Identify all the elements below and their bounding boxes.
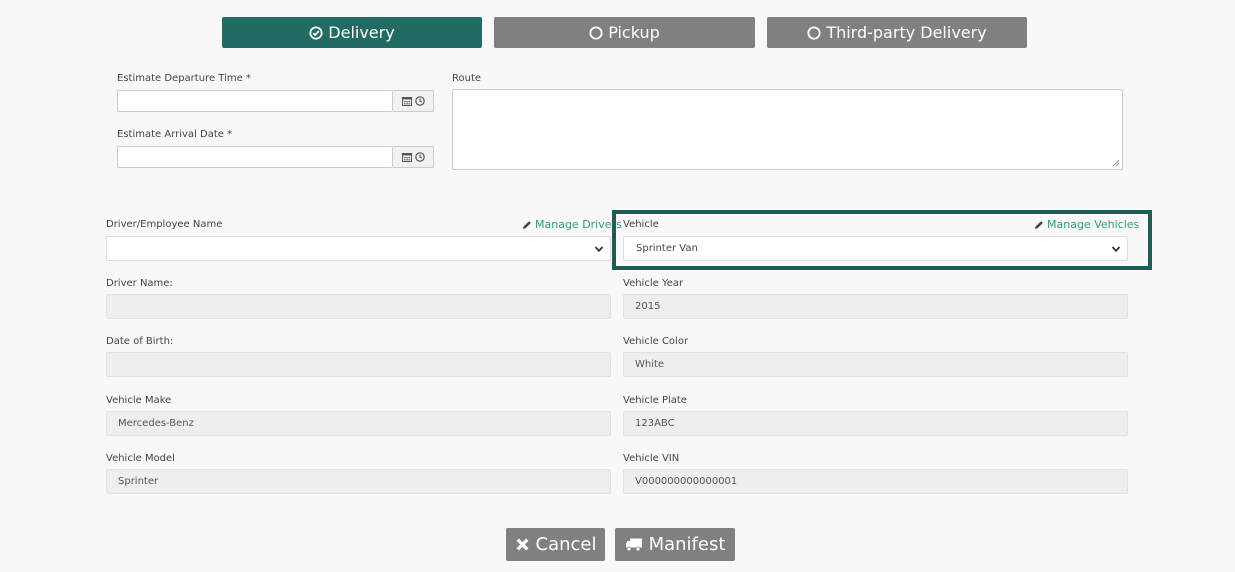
dob-field [106,352,611,377]
delivery-mode-label: Delivery [328,23,395,42]
arrival-date-label: Estimate Arrival Date * [117,129,233,140]
vehicle-select[interactable]: Sprinter Van [623,236,1128,261]
chevron-down-icon [1111,246,1121,253]
manage-vehicles-label: Manage Vehicles [1047,218,1140,231]
vehicle-make-label: Vehicle Make [106,395,172,406]
delivery-mode-button[interactable]: Delivery [222,17,482,48]
vehicle-model-field: Sprinter [106,469,611,494]
arrival-date-input[interactable] [117,146,393,168]
truck-icon [625,538,642,552]
pickup-mode-button[interactable]: Pickup [494,17,755,48]
vehicle-select-value: Sprinter Van [636,243,698,254]
pencil-icon [1035,220,1043,229]
arrival-picker-button[interactable] [393,146,434,168]
vehicle-vin-field: V000000000000001 [623,469,1128,494]
cancel-label: Cancel [535,534,597,555]
route-label: Route [452,73,482,84]
check-circle-icon [309,25,323,40]
vehicle-vin-label: Vehicle VIN [623,453,680,464]
vehicle-color-field: White [623,352,1128,377]
chevron-down-icon [594,246,604,253]
manage-drivers-label: Manage Drivers [535,218,622,231]
pickup-mode-label: Pickup [608,23,660,42]
vehicle-select-label: Vehicle [623,219,659,230]
departure-picker-button[interactable] [393,90,434,112]
driver-name-select-label: Driver/Employee Name [106,219,223,230]
vehicle-plate-label: Vehicle Plate [623,395,687,406]
driver-select[interactable] [106,236,611,261]
times-icon [516,538,528,551]
circle-icon [589,25,603,40]
vehicle-year-field: 2015 [623,294,1128,319]
dob-label: Date of Birth: [106,336,174,347]
manifest-label: Manifest [648,534,726,555]
driver-name-label: Driver Name: [106,278,173,289]
route-textarea[interactable] [452,89,1123,170]
vehicle-color-label: Vehicle Color [623,336,689,347]
vehicle-year-label: Vehicle Year [623,278,684,289]
pencil-icon [523,220,531,229]
vehicle-plate-field: 123ABC [623,411,1128,436]
resize-grip-icon[interactable] [1112,159,1120,167]
cancel-button[interactable]: Cancel [506,528,605,561]
calendar-icon [401,153,412,162]
third-party-mode-button[interactable]: Third-party Delivery [767,17,1027,48]
clock-icon [414,152,425,162]
manage-drivers-link[interactable]: Manage Drivers [522,218,622,231]
manage-vehicles-link[interactable]: Manage Vehicles [1034,218,1139,231]
circle-icon [807,25,821,40]
vehicle-make-field: Mercedes-Benz [106,411,611,436]
driver-name-field [106,294,611,319]
third-party-mode-label: Third-party Delivery [826,23,987,42]
departure-time-input[interactable] [117,90,393,112]
clock-icon [414,96,425,106]
departure-time-label: Estimate Departure Time * [117,73,251,84]
vehicle-model-label: Vehicle Model [106,453,175,464]
manifest-button[interactable]: Manifest [615,528,735,561]
calendar-icon [401,97,412,106]
